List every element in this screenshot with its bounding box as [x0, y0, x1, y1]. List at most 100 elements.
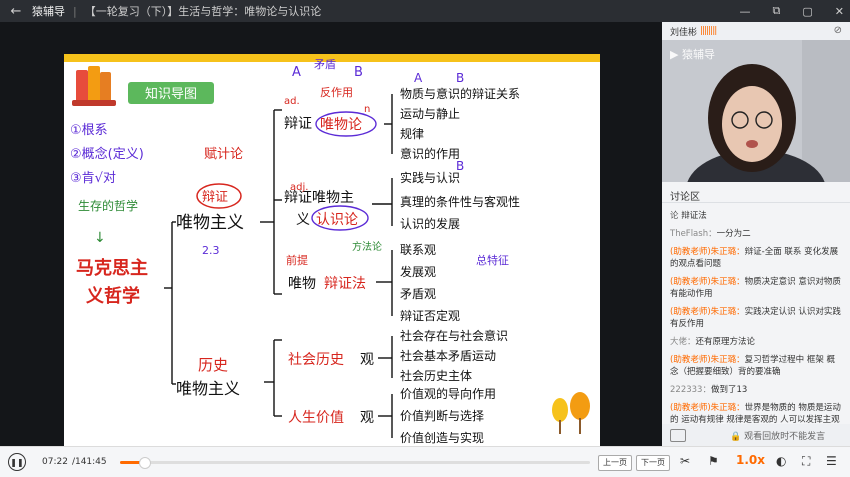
lesson-stage: 知识导图 ①根系 ②概念(定义) ③肯√对 生存的哲学 ↓ 马克思主 义哲学 赋…: [0, 22, 662, 446]
mind-map-svg: 知识导图 ①根系 ②概念(定义) ③肯√对 生存的哲学 ↓ 马克思主 义哲学 赋…: [70, 58, 590, 445]
B3: B: [456, 159, 464, 173]
badge-text: 知识导图: [145, 86, 197, 102]
b2-item-2: 真理的条件性与客观性: [400, 194, 520, 209]
speed-button[interactable]: 1.0x: [736, 453, 765, 467]
note-line-3: ③肯√对: [70, 171, 116, 186]
teacher-header: 刘佳彬 |||||||| ⊘: [662, 22, 850, 40]
message-item: TheFlash：一分为二: [670, 229, 751, 239]
B2: B: [456, 71, 464, 85]
tree-decoration: [552, 392, 590, 434]
discussion-title: 讨论区: [670, 192, 700, 203]
b3-item-3: 矛盾观: [400, 287, 436, 301]
play-icon[interactable]: ❚❚: [8, 453, 26, 471]
method-note: 总特征: [476, 253, 509, 267]
player-controls: ❚❚ 07:22 /141:45 上一页 下一页 ✂ ⚑ 1.0x ◐ ⛶ ☰: [0, 446, 850, 477]
branch2-highlight: 认识论: [316, 212, 358, 228]
total-time: /141:45: [71, 457, 107, 467]
replay-no-chat-notice: 🔒 观看回放时不能发言: [730, 431, 826, 442]
message-list: 论 辩证法 TheFlash：一分为二 (助教老师)朱正璐：辩证-全面 联系 变…: [670, 210, 842, 444]
branch1-label: 辩证: [284, 116, 312, 132]
b1-item-1: 物质与意识的辩证关系: [400, 86, 520, 101]
side-mark: 前提: [286, 253, 308, 267]
life-suffix: 观: [360, 410, 374, 426]
side-mark-2: 方法论: [352, 240, 382, 253]
ad-mark-1: ad.: [284, 96, 300, 107]
social-suffix: 观: [360, 352, 374, 368]
note-line-1: ①根系: [70, 123, 108, 138]
svg-text:↓: ↓: [94, 230, 106, 246]
life-label: 人生价值: [288, 410, 344, 426]
b1-item-2: 运动与静止: [400, 107, 460, 121]
b1-item-4: 意识的作用: [400, 146, 460, 161]
A2: A: [414, 71, 423, 85]
note-line-2: ②概念(定义): [70, 146, 144, 162]
fullscreen-icon[interactable]: ⛶: [802, 454, 810, 469]
green-note: 生存的哲学: [78, 198, 138, 213]
close-icon[interactable]: ✕: [835, 5, 844, 18]
courseware-slide: 知识导图 ①根系 ②概念(定义) ③肯√对 生存的哲学 ↓ 马克思主 义哲学 赋…: [64, 54, 600, 446]
b2-item-1: 实践与认识: [400, 170, 460, 185]
social-item-1: 社会存在与社会意识: [400, 328, 508, 343]
arrow-mid: 矛盾: [314, 58, 336, 71]
branch1-highlight: 唯物论: [320, 117, 362, 133]
b3-item-1: 联系观: [400, 243, 436, 257]
menu-icon[interactable]: ☰: [826, 454, 837, 468]
message-item: (助教老师)朱正璐：辩证-全面 联系 变化发展的观点看问题: [670, 247, 839, 269]
video-watermark: ▶ 猿辅导: [670, 48, 715, 61]
center-materialism: 唯物主义: [176, 213, 244, 233]
teacher-video: ▶ 猿辅导: [662, 40, 850, 182]
red-dialectic: 辩证: [202, 190, 228, 205]
b3-item-4: 辩证否定观: [400, 308, 460, 323]
message-item: (助教老师)朱正璐：实践决定认识 认识对实践有反作用: [670, 307, 841, 329]
progress-bar[interactable]: [120, 457, 590, 469]
prev-page-button[interactable]: 上一页: [598, 455, 632, 471]
discussion-divider: [662, 202, 850, 203]
title-bar: ← 猿辅导 | 【一轮复习（下）】生活与哲学：唯物论与认识论 — ⧉ ▢ ✕: [0, 0, 850, 22]
branch3-label: 唯物: [288, 276, 316, 292]
branch3-highlight: 辩证法: [324, 276, 366, 292]
life-item-1: 价值观的导向作用: [400, 386, 496, 401]
b1-item-3: 规律: [400, 126, 424, 141]
window-controls: — ⧉ ▢ ✕: [740, 0, 844, 22]
camera-off-icon[interactable]: ⊘: [834, 25, 842, 36]
knowledge-badge: 知识导图: [128, 82, 214, 104]
label-A1: A: [292, 65, 301, 80]
branch2-label-a: 辩证唯物主: [284, 190, 354, 206]
back-arrow-icon[interactable]: ←: [6, 4, 26, 19]
message-item: 222333：做到了13: [670, 385, 748, 395]
chat-icon[interactable]: [670, 428, 686, 442]
restore-icon[interactable]: ⧉: [773, 4, 781, 18]
discussion-footer: 🔒 观看回放时不能发言: [662, 424, 850, 446]
top-mark: 反作用: [320, 86, 353, 99]
life-item-3: 价值创造与实现: [400, 430, 484, 445]
left-heading-2: 义哲学: [86, 285, 140, 307]
flag-icon[interactable]: ⚑: [708, 454, 719, 468]
books-icon: [72, 66, 116, 106]
next-page-button[interactable]: 下一页: [636, 455, 670, 471]
message-item: (助教老师)朱正璐：物质决定意识 意识对物质有能动作用: [670, 277, 841, 299]
course-title: 【一轮复习（下）】生活与哲学：唯物论与认识论: [84, 5, 322, 18]
maximize-icon[interactable]: ▢: [802, 5, 812, 18]
n-mark: n: [364, 104, 370, 115]
numbers-note: 2.3: [202, 244, 220, 257]
signal-bars: ||||||||: [700, 26, 717, 36]
teacher-name: 刘佳彬: [670, 27, 698, 38]
social-item-3: 社会历史主体: [400, 368, 472, 383]
scissors-icon[interactable]: ✂: [680, 454, 690, 468]
historical-label-bottom: 唯物主义: [176, 379, 240, 398]
label-B1: B: [354, 65, 363, 80]
right-panel: 刘佳彬 |||||||| ⊘ ▶ 猿辅导 讨论区 论 辩证法 TheFlash：…: [662, 22, 850, 446]
message-item: 大佬：还有原理方法论: [670, 337, 756, 347]
b3-item-2: 发展观: [400, 264, 436, 279]
social-label: 社会历史: [288, 352, 344, 368]
life-item-2: 价值判断与选择: [400, 408, 484, 423]
message-item: 论 辩证法: [670, 211, 707, 221]
red-note: 赋计论: [204, 147, 243, 162]
minimize-icon[interactable]: —: [740, 5, 751, 18]
social-item-2: 社会基本矛盾运动: [400, 348, 496, 363]
volume-icon[interactable]: ◐: [776, 454, 786, 468]
left-heading-1: 马克思主: [76, 257, 148, 279]
branch2-label-b: 义: [296, 212, 310, 228]
title-separator: |: [73, 4, 77, 18]
progress-knob[interactable]: [139, 457, 152, 469]
